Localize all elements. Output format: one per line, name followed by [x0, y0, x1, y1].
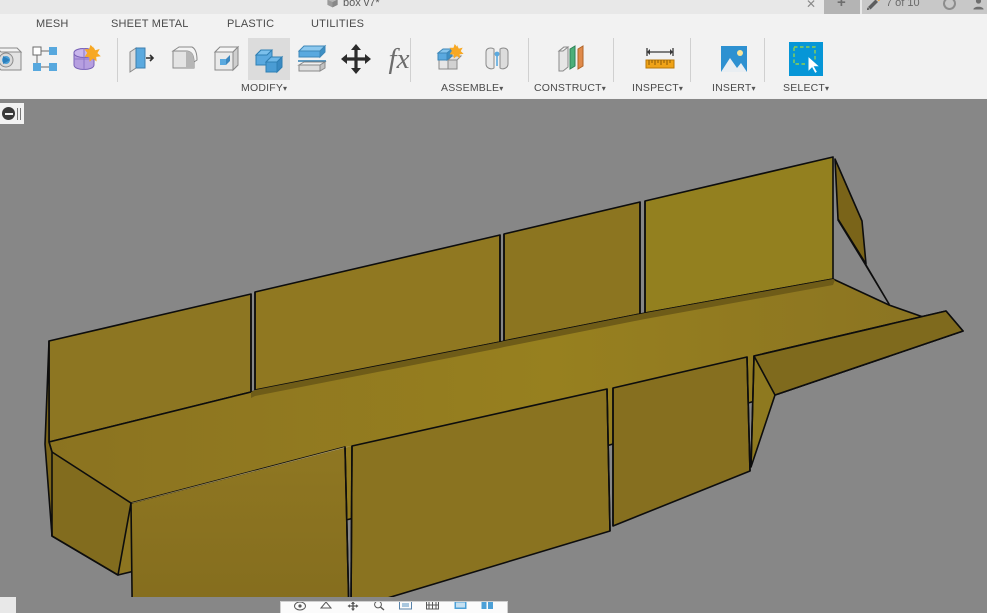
create-form-tool[interactable] — [64, 38, 106, 80]
move-copy-tool[interactable] — [335, 38, 377, 80]
group-label-insert[interactable]: INSERT▾ — [712, 82, 756, 94]
pan-icon[interactable] — [346, 602, 360, 613]
new-component-icon — [434, 42, 468, 76]
panel-divider — [528, 38, 529, 82]
display-settings-icon[interactable] — [425, 602, 440, 613]
panel-divider — [117, 38, 118, 82]
panel-divider — [764, 38, 765, 82]
pen-icon[interactable] — [866, 0, 882, 10]
fillet-tool[interactable] — [162, 38, 204, 80]
chevron-down-icon: ▾ — [283, 84, 288, 93]
timeline-left-control[interactable] — [0, 597, 16, 613]
revolve-icon — [0, 41, 27, 77]
view-navigation-bar[interactable] — [280, 601, 508, 613]
panel-divider — [690, 38, 691, 82]
create-form-icon — [66, 40, 104, 78]
ribbon-tab-plastic[interactable]: PLASTIC — [227, 18, 274, 30]
fx-icon: fx — [388, 42, 410, 75]
ribbon-tab-mesh[interactable]: MESH — [36, 18, 69, 30]
measure-icon — [642, 44, 678, 74]
change-parameters-tool[interactable]: fx — [378, 38, 420, 80]
shell-tool[interactable] — [205, 38, 247, 80]
chevron-down-icon: ▾ — [499, 84, 504, 93]
chevron-down-icon: ▾ — [678, 84, 684, 93]
group-label-text: MODIFY — [241, 82, 284, 94]
browser-collapse-toggle[interactable] — [0, 103, 24, 124]
panel-divider — [613, 38, 614, 82]
orbit-icon[interactable] — [293, 602, 307, 613]
cube-icon — [326, 0, 339, 9]
bottom-bar — [0, 597, 987, 613]
offset-face-icon — [295, 42, 329, 76]
fillet-icon — [166, 42, 200, 76]
grid-settings-icon[interactable] — [453, 602, 468, 613]
insert-image-icon — [718, 43, 750, 75]
offset-face-tool[interactable] — [291, 38, 333, 80]
ribbon-toolbar: fx MODIFY▾ ASSEMBLE▾ CONSTRUCT▾ INSPECT▾… — [0, 36, 987, 98]
collapse-circle-icon — [2, 107, 15, 120]
group-label-assemble[interactable]: ASSEMBLE▾ — [441, 82, 503, 94]
document-tab[interactable]: box v7* — [326, 0, 380, 9]
fit-icon[interactable] — [398, 602, 413, 613]
document-tab-strip: box v7* ✕ + 7 of 10 — [0, 0, 987, 14]
ribbon-tab-utilities[interactable]: UTILITIES — [311, 18, 364, 30]
viewports-icon[interactable] — [480, 602, 495, 613]
pattern-tool[interactable] — [24, 38, 66, 80]
insert-canvas-tool[interactable] — [713, 38, 755, 80]
select-window-icon — [787, 40, 825, 78]
shell-icon — [209, 42, 243, 76]
move-copy-icon — [340, 43, 372, 75]
ribbon: MESH SHEET METAL PLASTIC UTILITIES fx MO… — [0, 14, 987, 98]
panel-grip-icon[interactable] — [17, 107, 21, 120]
offset-plane-icon — [554, 42, 588, 76]
joint-tool[interactable] — [476, 38, 518, 80]
document-count-label: 7 of 10 — [886, 0, 920, 9]
document-tab-label: box v7* — [343, 0, 380, 9]
new-tab-button[interactable]: + — [837, 0, 846, 10]
sheet-metal-box-model[interactable] — [0, 99, 987, 597]
ribbon-tab-row: MESH SHEET METAL PLASTIC UTILITIES — [0, 14, 987, 36]
fusion360-window: box v7* ✕ + 7 of 10 MESH SHEET METAL PLA… — [0, 0, 987, 613]
group-label-text: INSPECT — [632, 82, 679, 94]
press-pull-icon — [124, 42, 158, 76]
group-label-select[interactable]: SELECT▾ — [783, 82, 829, 94]
group-label-modify[interactable]: MODIFY▾ — [241, 82, 287, 94]
ribbon-tab-sheet-metal[interactable]: SHEET METAL — [111, 18, 189, 30]
group-label-text: CONSTRUCT — [534, 82, 602, 94]
group-label-text: ASSEMBLE — [441, 82, 500, 94]
chevron-down-icon: ▾ — [825, 84, 830, 93]
rectangular-pattern-icon — [28, 42, 62, 76]
look-at-icon[interactable] — [319, 602, 333, 613]
joint-icon — [480, 42, 514, 76]
group-label-text: SELECT — [783, 82, 826, 94]
inspect-measure-tool[interactable] — [639, 38, 681, 80]
person-icon[interactable] — [972, 0, 985, 10]
construct-plane-tool[interactable] — [550, 38, 592, 80]
zoom-icon[interactable] — [372, 602, 386, 613]
chevron-down-icon: ▾ — [601, 84, 606, 93]
group-label-inspect[interactable]: INSPECT▾ — [632, 82, 683, 94]
group-label-text: INSERT — [712, 82, 752, 94]
new-component-tool[interactable] — [430, 38, 472, 80]
press-pull-tool[interactable] — [120, 38, 162, 80]
combine-icon — [252, 42, 286, 76]
3d-viewport[interactable] — [0, 99, 987, 597]
combine-tool[interactable] — [248, 38, 290, 80]
close-tab-button[interactable]: ✕ — [806, 0, 816, 11]
group-label-construct[interactable]: CONSTRUCT▾ — [534, 82, 606, 94]
chevron-down-icon: ▾ — [751, 84, 756, 93]
select-tool[interactable] — [785, 38, 827, 80]
